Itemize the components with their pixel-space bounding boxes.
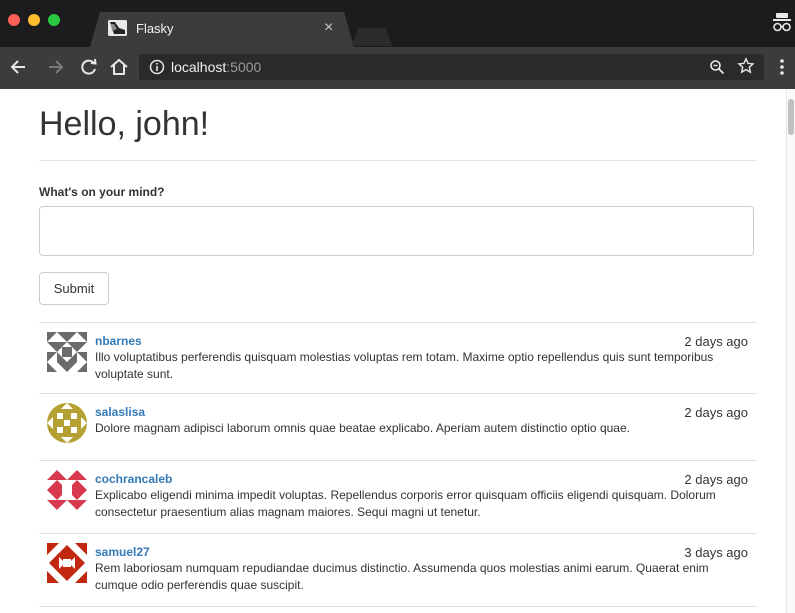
flasky-favicon-icon	[108, 20, 127, 36]
home-icon[interactable]	[108, 56, 130, 78]
post-item: nbarnes 2 days ago Illo voluptatibus per…	[39, 323, 757, 394]
post-list: nbarnes 2 days ago Illo voluptatibus per…	[39, 322, 757, 607]
minimize-window-button[interactable]	[28, 14, 40, 26]
post-item: cochrancaleb 2 days ago Explicabo eligen…	[39, 461, 757, 534]
incognito-icon	[771, 10, 793, 36]
post-date: 3 days ago	[684, 545, 748, 560]
post-date: 2 days ago	[684, 334, 748, 349]
post-author-link[interactable]: cochrancaleb	[95, 472, 172, 486]
post-author-link[interactable]: nbarnes	[95, 334, 142, 348]
content-container: Hello, john! What's on your mind? Submit	[39, 89, 757, 607]
zoom-icon[interactable]	[709, 59, 725, 75]
page-header: Hello, john!	[39, 89, 757, 161]
post-body-textarea[interactable]	[39, 206, 754, 256]
browser-tab-bar: Flasky ×	[0, 0, 795, 47]
url-host: localhost	[171, 59, 227, 75]
post-item: salaslisa 2 days ago Dolore magnam adipi…	[39, 394, 757, 461]
avatar[interactable]	[47, 332, 87, 372]
post-author-link[interactable]: samuel27	[95, 545, 150, 559]
post-item: samuel27 3 days ago Rem laboriosam numqu…	[39, 534, 757, 607]
submit-button[interactable]: Submit	[39, 272, 109, 305]
avatar[interactable]	[47, 470, 87, 510]
tab-close-icon[interactable]: ×	[324, 19, 333, 37]
tab-flasky[interactable]: Flasky ×	[90, 12, 354, 47]
new-tab-button[interactable]	[352, 28, 392, 46]
info-icon[interactable]	[149, 59, 165, 75]
post-body: Illo voluptatibus perferendis quisquam m…	[95, 350, 714, 381]
forward-arrow-icon[interactable]	[44, 56, 66, 78]
post-author-link[interactable]: salaslisa	[95, 405, 145, 419]
post-date: 2 days ago	[684, 472, 748, 487]
address-bar[interactable]: localhost:5000	[139, 54, 764, 80]
post-body: Explicabo eligendi minima impedit volupt…	[95, 488, 716, 519]
post-body: Rem laboriosam numquam repudiandae ducim…	[95, 561, 709, 592]
browser-toolbar: localhost:5000	[0, 47, 795, 89]
back-arrow-icon[interactable]	[8, 56, 30, 78]
avatar[interactable]	[47, 543, 87, 583]
url-text: localhost:5000	[171, 59, 261, 75]
url-port: :5000	[226, 59, 262, 75]
more-menu-icon[interactable]	[774, 54, 790, 80]
scrollbar-thumb[interactable]	[788, 99, 794, 135]
page-content: Hello, john! What's on your mind? Submit	[0, 89, 795, 613]
post-form-label: What's on your mind?	[39, 185, 165, 199]
page-scrollbar[interactable]	[786, 89, 795, 613]
post-date: 2 days ago	[684, 405, 748, 420]
tab-title: Flasky	[136, 21, 174, 36]
maximize-window-button[interactable]	[48, 14, 60, 26]
page-title: Hello, john!	[39, 105, 210, 143]
bookmark-star-icon[interactable]	[737, 57, 755, 75]
avatar[interactable]	[47, 403, 87, 443]
post-body: Dolore magnam adipisci laborum omnis qua…	[95, 421, 630, 435]
close-window-button[interactable]	[8, 14, 20, 26]
reload-icon[interactable]	[78, 56, 100, 78]
